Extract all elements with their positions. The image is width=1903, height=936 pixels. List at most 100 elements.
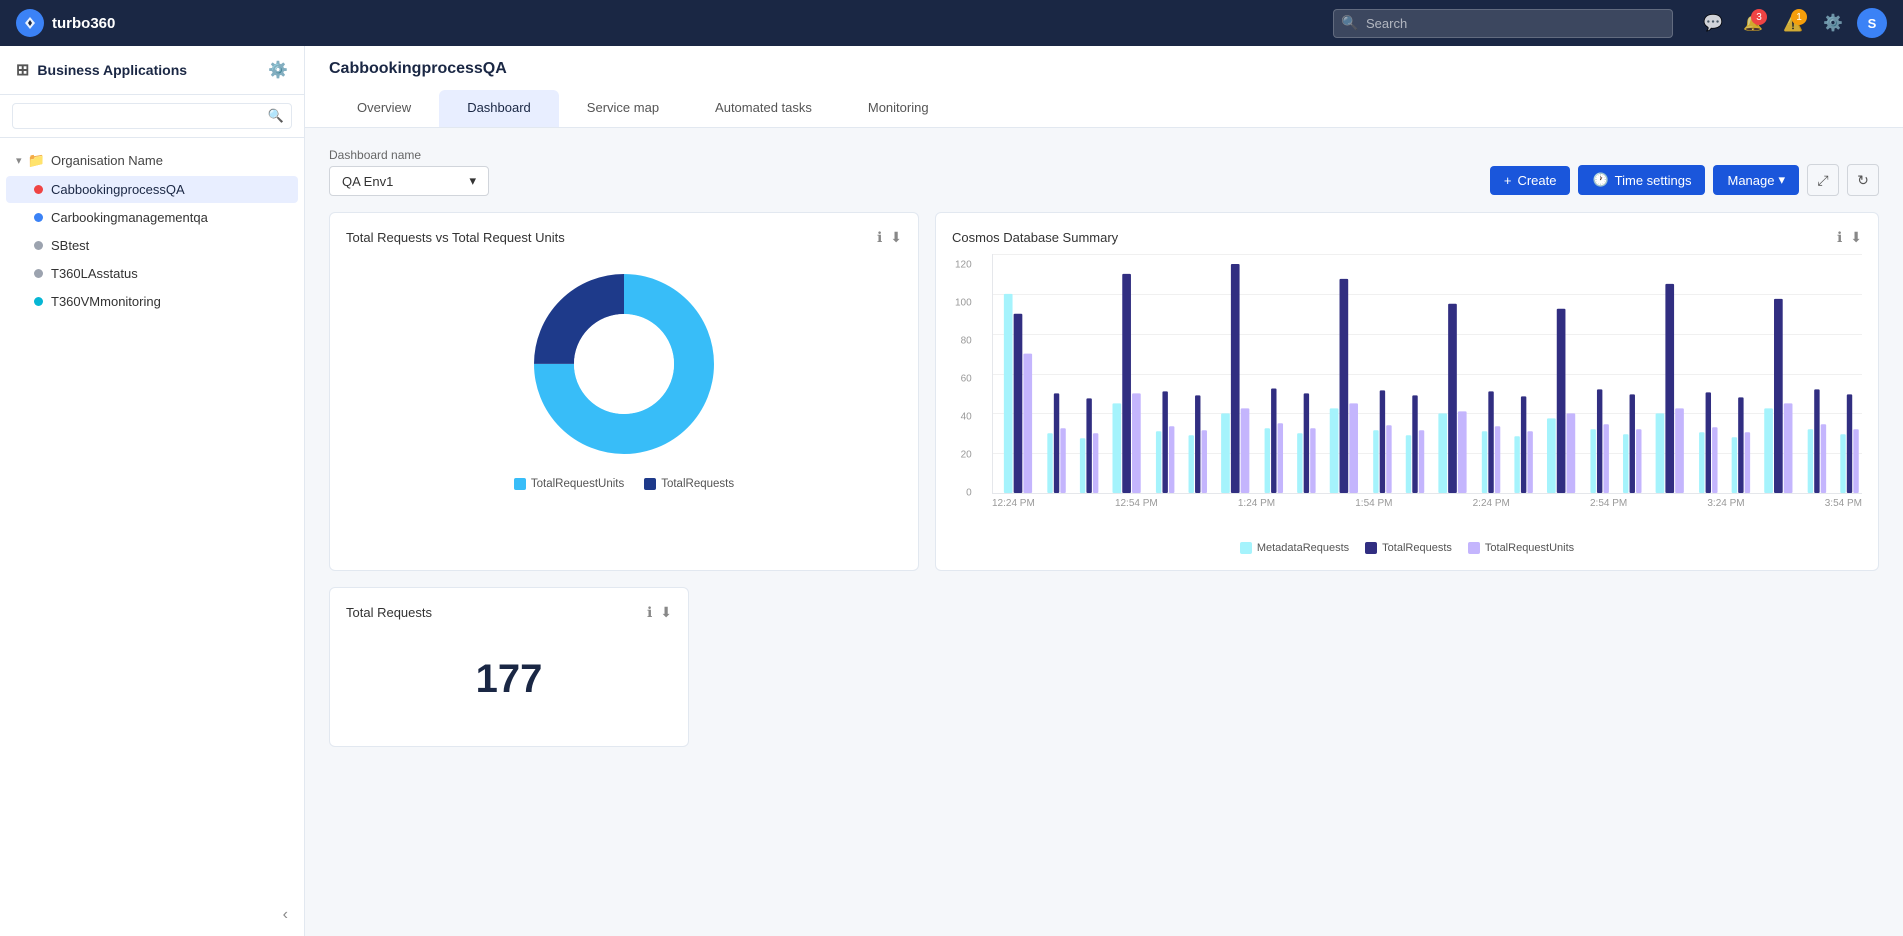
user-avatar[interactable]: S [1857,8,1887,38]
legend-color-units [514,478,526,490]
status-dot-red [34,185,43,194]
bar-chart-header: Cosmos Database Summary ℹ ⬇ [952,229,1862,246]
time-settings-label: Time settings [1615,173,1692,188]
tab-service-map[interactable]: Service map [559,90,687,127]
dropdown-chevron-icon: ▾ [469,173,476,189]
sidebar-item-t360lastatus[interactable]: T360LAsstatus [6,260,298,287]
legend-color-total-req [1365,542,1377,554]
alert-badge: 1 [1791,9,1807,25]
expand-button[interactable]: ⤢ [1807,164,1839,196]
status-dot-gray [34,241,43,250]
sidebar-collapse-button[interactable]: ‹ [0,894,304,936]
total-requests-card: Total Requests ℹ ⬇ 177 [329,587,689,747]
chevron-left-icon: ‹ [283,906,288,924]
bar-chart-inner: 120100806040200 [992,254,1862,494]
app-name: turbo360 [52,15,115,32]
bar-download-icon[interactable]: ⬇ [1850,229,1862,246]
folder-icon: 📁 [28,152,45,169]
dashboard-dropdown[interactable]: QA Env1 ▾ [329,166,489,196]
legend-color-total-req-units [1468,542,1480,554]
main-header: CabbookingprocessQA Overview Dashboard S… [305,46,1903,128]
sidebar-item-label: Carbookingmanagementqa [51,210,208,225]
bar-info-icon[interactable]: ℹ [1837,229,1842,246]
stat-download-icon[interactable]: ⬇ [660,604,672,621]
tab-automated-tasks[interactable]: Automated tasks [687,90,840,127]
dashboard-actions: + Create 🕐 Time settings Manage ▾ ⤢ [1490,164,1879,196]
bottom-right-placeholder [705,587,1879,747]
app-logo[interactable]: turbo360 [16,9,115,37]
sidebar: ⊞ Business Applications ⚙️ 🔍 ▾ 📁 Organis… [0,46,305,936]
legend-metadata: MetadataRequests [1240,542,1349,554]
donut-chart-container: TotalRequestUnits TotalRequests [346,254,902,500]
sidebar-search-input[interactable] [12,103,292,129]
sidebar-title: ⊞ Business Applications [16,60,187,80]
settings-icon-button[interactable]: ⚙️ [1817,7,1849,39]
chat-icon-button[interactable]: 💬 [1697,7,1729,39]
legend-total-req-units: TotalRequestUnits [1468,542,1574,554]
x-axis-labels: 12:24 PM12:54 PM1:24 PM1:54 PM 2:24 PM2:… [992,494,1862,509]
alert-icon-button[interactable]: ⚠️ 1 [1777,7,1809,39]
download-icon[interactable]: ⬇ [890,229,902,246]
notification-bell-button[interactable]: 🔔 3 [1737,7,1769,39]
bar-chart-bars-svg [993,254,1862,493]
legend-item-requests: TotalRequests [644,478,734,490]
sidebar-item-cabbookingprocessqa[interactable]: CabbookingprocessQA [6,176,298,203]
donut-chart-card: Total Requests vs Total Request Units ℹ … [329,212,919,571]
org-name: Organisation Name [51,153,163,168]
sidebar-search-icon: 🔍 [268,108,284,124]
legend-label-units: TotalRequestUnits [531,478,624,490]
sidebar-title-text: Business Applications [37,62,187,78]
dashboard-toolbar: Dashboard name QA Env1 ▾ + Create 🕐 Time… [329,148,1879,196]
charts-row: Total Requests vs Total Request Units ℹ … [329,212,1879,571]
bar-chart-card: Cosmos Database Summary ℹ ⬇ 120100806040… [935,212,1879,571]
stat-card-title: Total Requests [346,605,432,620]
tab-overview[interactable]: Overview [329,90,439,127]
bar-chart-icons: ℹ ⬇ [1837,229,1862,246]
top-navigation: turbo360 🔍 💬 🔔 3 ⚠️ 1 ⚙️ S [0,0,1903,46]
sidebar-item-carbookingmanagementqa[interactable]: Carbookingmanagementqa [6,204,298,231]
topnav-icons: 💬 🔔 3 ⚠️ 1 ⚙️ S [1697,7,1887,39]
sidebar-item-sbtest[interactable]: SBtest [6,232,298,259]
sidebar-item-label: T360LAsstatus [51,266,138,281]
legend-color-requests [644,478,656,490]
create-button[interactable]: + Create [1490,166,1571,195]
plus-icon: + [1504,173,1512,188]
y-axis-labels: 120100806040200 [955,254,972,493]
manage-label: Manage [1727,173,1774,188]
legend-label-total-req: TotalRequests [1382,542,1452,554]
donut-chart-svg [524,264,724,464]
sidebar-item-t360vmmonitoring[interactable]: T360VMmonitoring [6,288,298,315]
time-settings-button[interactable]: 🕐 Time settings [1578,165,1705,195]
clock-icon: 🕐 [1592,172,1608,188]
status-dot-gray2 [34,269,43,278]
logo-icon [16,9,44,37]
donut-chart-title: Total Requests vs Total Request Units [346,230,565,245]
refresh-button[interactable]: ↻ [1847,164,1879,196]
donut-chart-icons: ℹ ⬇ [877,229,902,246]
chevron-down-icon: ▾ [16,154,22,167]
tab-bar: Overview Dashboard Service map Automated… [329,90,1879,127]
tab-monitoring[interactable]: Monitoring [840,90,957,127]
expand-icon: ⤢ [1817,172,1828,189]
status-dot-teal [34,297,43,306]
manage-chevron-icon: ▾ [1778,172,1785,188]
notification-badge: 3 [1751,9,1767,25]
sidebar-settings-icon[interactable]: ⚙️ [268,60,288,80]
bar-chart-area: 120100806040200 [952,254,1862,534]
sidebar-search-container: 🔍 [0,95,304,138]
legend-total-req: TotalRequests [1365,542,1452,554]
legend-label-requests: TotalRequests [661,478,734,490]
manage-button[interactable]: Manage ▾ [1713,165,1799,195]
status-dot-blue [34,213,43,222]
sidebar-org-header[interactable]: ▾ 📁 Organisation Name [0,146,304,175]
tab-dashboard[interactable]: Dashboard [439,90,559,127]
stat-info-icon[interactable]: ℹ [647,604,652,621]
search-input[interactable] [1333,9,1673,38]
info-icon[interactable]: ℹ [877,229,882,246]
bottom-row: Total Requests ℹ ⬇ 177 [329,587,1879,747]
sidebar-item-label: CabbookingprocessQA [51,182,185,197]
dashboard-name-label: Dashboard name [329,148,489,162]
sidebar-org-section: ▾ 📁 Organisation Name CabbookingprocessQ… [0,138,304,324]
chat-icon: 💬 [1703,13,1723,33]
bar-chart-legend: MetadataRequests TotalRequests TotalRequ… [952,542,1862,554]
